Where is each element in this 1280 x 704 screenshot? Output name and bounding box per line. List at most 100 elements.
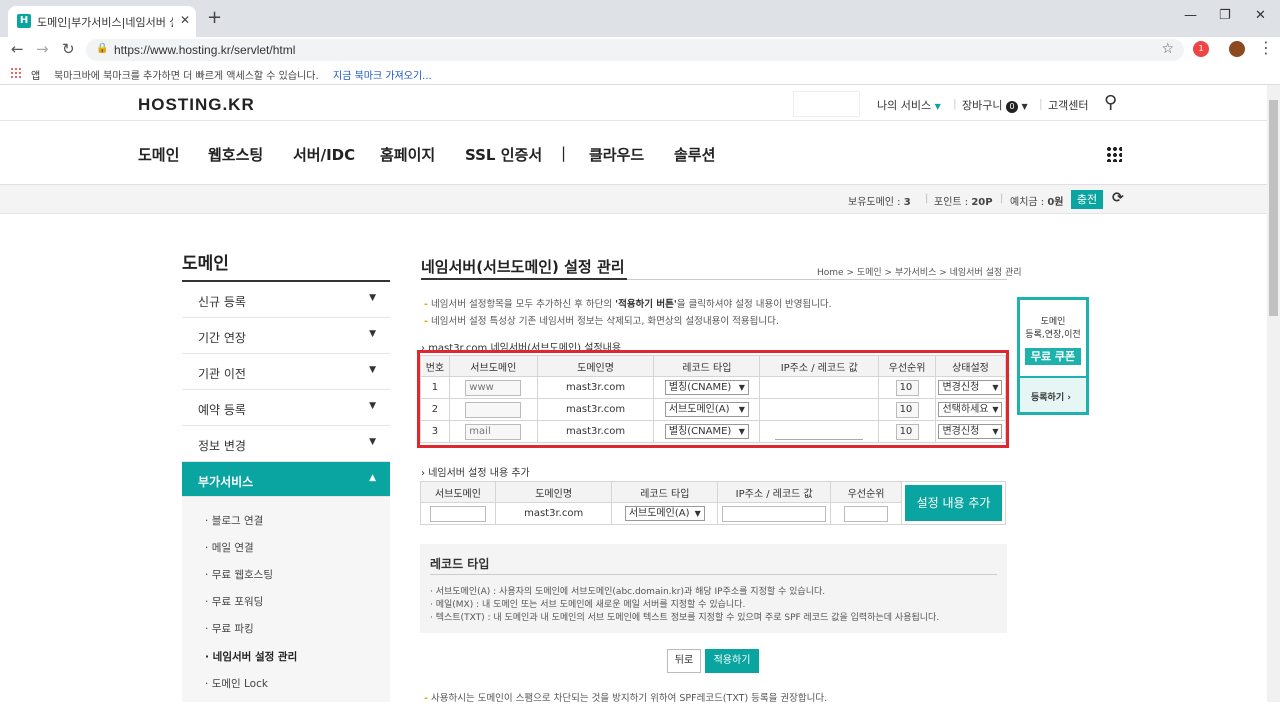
tab-title: 도메인|부가서비스|네임서버 설정 <box>37 16 173 29</box>
apps-label[interactable]: 앱 <box>31 67 40 82</box>
reload-icon[interactable]: ↻ <box>62 40 75 58</box>
lnb-item-new[interactable]: 신규 등록 ▼ <box>182 282 390 318</box>
new-subdomain-input[interactable] <box>429 505 486 522</box>
close-window-icon[interactable]: ✕ <box>1255 8 1266 23</box>
all-menu-grid-icon[interactable] <box>1106 146 1122 162</box>
refresh-icon[interactable]: ⟳ <box>1112 190 1124 206</box>
record-type-mx: · 메일(MX) : 내 도메인 또는 서브 도메인에 새로운 메일 서버를 지… <box>430 600 746 610</box>
gnb-homepage[interactable]: 홈페이지 <box>380 144 435 165</box>
ip-input[interactable] <box>775 379 864 396</box>
record-type-select[interactable]: 별칭(CNAME) ▼ <box>664 380 749 395</box>
lnb-item-addon[interactable]: 부가서비스 ▲ <box>182 462 390 497</box>
col-sub: 서브도메인 <box>448 355 538 377</box>
ip-input[interactable] <box>775 423 864 440</box>
new-tab-icon[interactable]: + <box>207 7 222 28</box>
owned-domains[interactable]: 보유도메인 : 3 <box>848 193 911 208</box>
col-ip: IP주소 / 레코드 값 <box>759 355 880 377</box>
deposit[interactable]: 예치금 : 0원 <box>1010 193 1064 208</box>
sub-item-parking[interactable]: · 무료 파킹 <box>205 621 254 636</box>
support-link[interactable]: 고객센터 <box>1048 97 1088 113</box>
chevron-down-icon: ▼ <box>369 365 376 375</box>
minimize-icon[interactable]: — <box>1184 8 1197 23</box>
breadcrumb: Home > 도메인 > 부가서비스 > 네임서버 설정 관리 <box>817 268 1022 278</box>
status-divider: | <box>1000 193 1004 204</box>
lnb-title: 도메인 <box>182 254 229 274</box>
priority-input[interactable]: 10 <box>895 423 919 440</box>
forward-icon[interactable]: → <box>36 40 49 58</box>
page-scrollbar[interactable] <box>1267 85 1280 702</box>
gnb-solution[interactable]: 솔루션 <box>674 144 715 165</box>
back-icon[interactable]: ← <box>11 40 24 58</box>
new-priority-input[interactable] <box>844 505 889 522</box>
priority-input[interactable]: 10 <box>895 401 919 418</box>
close-tab-icon[interactable]: ✕ <box>180 13 190 27</box>
extension-icon[interactable]: 1 <box>1193 41 1209 57</box>
new-record-type-select[interactable]: 서브도메인(A) ▼ <box>624 506 705 521</box>
util-divider: | <box>953 97 957 110</box>
address-bar-row: ← → ↻ 🔒 https://www.hosting.kr/servlet/h… <box>0 37 1280 63</box>
cart-count-badge: 0 <box>1005 101 1018 113</box>
ip-input[interactable] <box>775 401 864 418</box>
gnb-server-idc[interactable]: 서버/IDC <box>293 144 355 165</box>
new-ip-input[interactable] <box>722 505 827 522</box>
add-record-table: 서브도메인 도메인명 레코드 타입 IP주소 / 레코드 값 우선순위 mast… <box>420 481 902 525</box>
bookmarks-hint: 북마크바에 북마크를 추가하면 더 빠르게 액세스할 수 있습니다. <box>54 71 319 82</box>
header-search-box[interactable] <box>793 91 860 117</box>
site-logo[interactable]: HOSTING.KR <box>138 95 255 115</box>
status-select[interactable]: 선택하세요 ▼ <box>938 402 1003 417</box>
import-bookmarks-link[interactable]: 지금 북마크 가져오기... <box>333 67 432 82</box>
back-button[interactable]: 뒤로 <box>667 649 701 673</box>
maximize-icon[interactable]: ❐ <box>1219 8 1231 23</box>
subdomain-input[interactable] <box>465 401 522 418</box>
points[interactable]: 포인트 : 20P <box>934 193 993 208</box>
status-select[interactable]: 변경신청 ▼ <box>938 380 1003 395</box>
cart-link[interactable]: 장바구니 0 ▼ <box>962 97 1028 113</box>
gnb-divider: | <box>561 144 567 162</box>
sub-item-mail[interactable]: · 메일 연결 <box>205 540 254 555</box>
gnb-ssl[interactable]: SSL 인증서 <box>465 144 542 165</box>
bookmarks-bar: 앱 북마크바에 북마크를 추가하면 더 빠르게 액세스할 수 있습니다. 지금 … <box>0 63 1280 85</box>
coupon-register-link: 등록하기 › <box>1031 393 1071 403</box>
apply-button[interactable]: 적용하기 <box>705 649 759 673</box>
add-settings-heading: › 네임서버 설정 내용 추가 <box>421 468 530 479</box>
lnb-item-renew[interactable]: 기간 연장 ▼ <box>182 318 390 354</box>
current-settings-heading: › mast3r.com 네임서버(서브도메인) 설정내용 <box>421 343 622 354</box>
sub-item-free-hosting[interactable]: · 무료 웹호스팅 <box>205 567 273 582</box>
gnb-domain[interactable]: 도메인 <box>138 144 179 165</box>
title-underline-strong <box>421 278 627 280</box>
subdomain-input[interactable]: mail <box>465 423 522 440</box>
lnb-item-reserve[interactable]: 예약 등록 ▼ <box>182 390 390 426</box>
current-records-table: 번호 서브도메인 도메인명 레코드 타입 IP주소 / 레코드 값 우선순위 상… <box>420 355 1007 443</box>
status-select[interactable]: 변경신청 ▼ <box>938 424 1003 439</box>
bookmark-star-icon[interactable]: ☆ <box>1161 41 1174 57</box>
sub-item-forwarding[interactable]: · 무료 포워딩 <box>205 594 263 609</box>
scrollbar-thumb <box>1269 100 1278 316</box>
add-setting-button[interactable]: 설정 내용 추가 <box>905 485 1002 521</box>
record-type-select[interactable]: 서브도메인(A) ▼ <box>664 402 749 417</box>
col-type: 레코드 타입 <box>653 355 761 377</box>
free-coupon-banner[interactable]: 도메인 등록,연장,이전 무료 쿠폰 등록하기 › <box>1017 297 1089 415</box>
apps-icon[interactable] <box>10 67 22 79</box>
my-service-menu[interactable]: 나의 서비스 ▼ <box>877 97 941 113</box>
browser-tab[interactable]: H 도메인|부가서비스|네임서버 설정 ✕ <box>8 6 196 37</box>
url-field[interactable]: 🔒 https://www.hosting.kr/servlet/html ☆ <box>86 39 1184 61</box>
sub-item-lock[interactable]: · 도메인 Lock <box>205 676 268 691</box>
priority-input[interactable]: 10 <box>895 379 919 396</box>
browser-menu-icon[interactable]: ⋮ <box>1258 38 1274 57</box>
gnb-webhosting[interactable]: 웹호스팅 <box>208 144 263 165</box>
sub-item-blog[interactable]: · 블로그 연결 <box>205 513 263 528</box>
profile-avatar[interactable] <box>1229 41 1245 57</box>
record-type-select[interactable]: 별칭(CNAME) ▼ <box>664 424 749 439</box>
lnb-item-transfer[interactable]: 기관 이전 ▼ <box>182 354 390 390</box>
lnb-item-info[interactable]: 정보 변경 ▼ <box>182 426 390 462</box>
sub-item-nameserver[interactable]: · 네임서버 설정 관리 <box>205 649 297 664</box>
charge-button[interactable]: 충전 <box>1071 190 1103 209</box>
search-icon[interactable]: ⚲ <box>1104 92 1117 113</box>
util-divider: | <box>1039 97 1043 110</box>
chevron-down-icon: ▼ <box>369 329 376 339</box>
subdomain-input[interactable]: www <box>465 379 522 396</box>
table-row: 2 mast3r.com 서브도메인(A) ▼ 10 선택하세요 ▼ <box>420 398 1007 421</box>
chevron-down-icon: ▼ <box>369 401 376 411</box>
page-title: 네임서버(서브도메인) 설정 관리 <box>421 258 625 276</box>
gnb-cloud[interactable]: 클라우드 <box>589 144 644 165</box>
